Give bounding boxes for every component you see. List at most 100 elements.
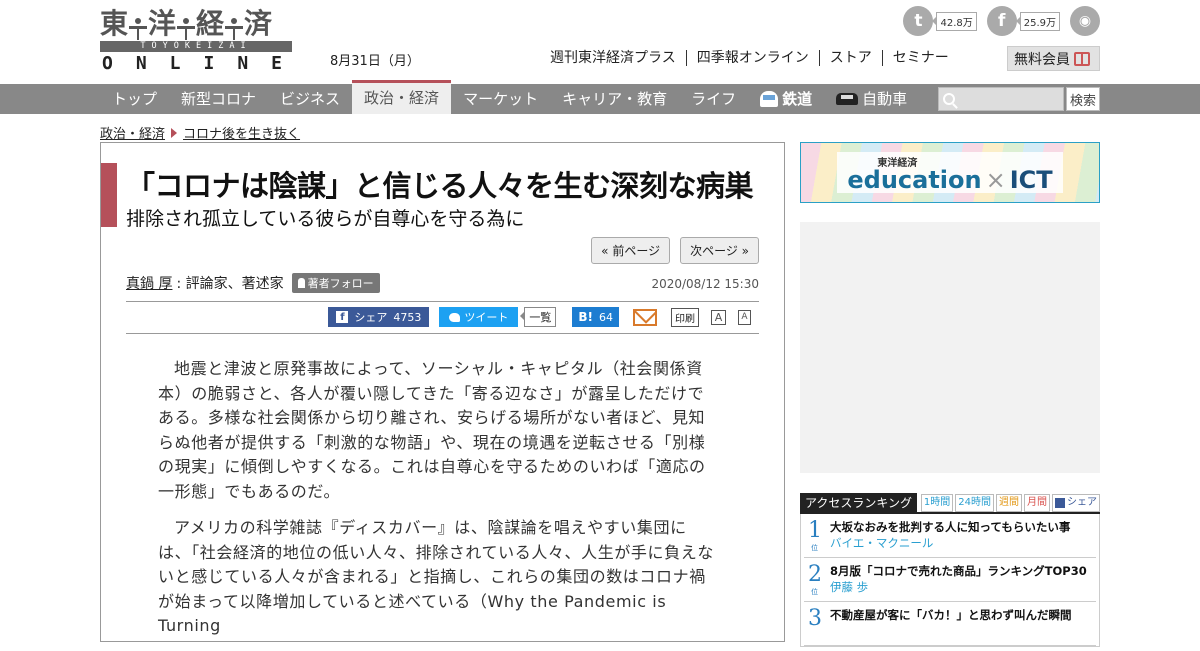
ranking-tab-share[interactable]: シェア <box>1052 494 1100 512</box>
breadcrumb-arrow-icon <box>171 127 178 138</box>
facebook-share-label: シェア <box>354 311 388 324</box>
nav-politics-economy[interactable]: 政治・経済 <box>352 80 452 114</box>
edu-banner-ict: ICT <box>1009 166 1053 194</box>
free-member-button[interactable]: 無料会員 <box>1007 46 1100 71</box>
tweet-list-link[interactable]: 一覧 <box>520 307 557 327</box>
car-icon <box>836 93 859 105</box>
prev-page-button[interactable]: « 前ページ <box>591 237 671 264</box>
rank-value: 2 <box>808 562 822 587</box>
person-icon <box>297 278 305 288</box>
search-input[interactable] <box>938 87 1064 111</box>
nav-business[interactable]: ビジネス <box>268 84 352 114</box>
nav-market[interactable]: マーケット <box>451 84 550 114</box>
author-follow-button[interactable]: 著者フォロー <box>291 273 380 293</box>
nav-auto[interactable]: 自動車 <box>824 84 919 114</box>
ranking-number: 3 <box>804 607 826 645</box>
nav-railway[interactable]: 鉄道 <box>748 84 824 114</box>
site-header: 東 洋 経 済 TOYOKEIZAI ONLINE 8月31日（月） t 42.… <box>0 0 1200 84</box>
mail-icon[interactable] <box>633 308 657 326</box>
nav-top[interactable]: トップ <box>100 84 169 114</box>
search-icon <box>943 93 955 105</box>
breadcrumb-parent[interactable]: 政治・経済 <box>100 123 165 142</box>
nav-auto-label: 自動車 <box>862 90 908 108</box>
ranking-item-title: 8月版「コロナで売れた商品」ランキングTOP30 <box>830 564 1087 578</box>
twitter-icon <box>449 312 461 322</box>
ranking-tab-24hour[interactable]: 24時間 <box>955 494 994 512</box>
breadcrumb: 政治・経済 コロナ後を生き抜く <box>100 123 300 142</box>
ranking-number: 2 位 <box>804 563 826 601</box>
ranking-item-title: 大坂なおみを批判する人に知ってもらいたい事 <box>830 520 1071 534</box>
ad-placeholder <box>800 222 1100 473</box>
ranking-tab-1hour[interactable]: 1時間 <box>920 494 954 512</box>
train-icon <box>760 91 779 107</box>
print-button[interactable]: 印刷 <box>671 307 699 327</box>
nav-life[interactable]: ライフ <box>679 84 748 114</box>
article-paragraph: アメリカの科学雑誌『ディスカバー』は、陰謀論を唱えやすい集団には、「社会経済的地… <box>158 518 714 635</box>
facebook-share-count: 4753 <box>393 310 422 324</box>
facebook-icon: f <box>986 6 1017 36</box>
nav-coronavirus[interactable]: 新型コロナ <box>169 84 268 114</box>
access-ranking: アクセスランキング 1時間 24時間 週間 月間 シェア 1 位 大坂なおみを批… <box>800 493 1100 647</box>
ranking-title: アクセスランキング <box>800 493 918 513</box>
site-logo[interactable]: 東 洋 経 済 TOYOKEIZAI ONLINE <box>100 8 292 73</box>
article-subtitle: 排除され孤立している彼らが自尊心を守る為に <box>126 208 525 230</box>
article-body: 地震と津波と原発事故によって、ソーシャル・キャピタル（社会関係資本）の脆弱さと、… <box>158 357 718 651</box>
logo-char: 済 <box>244 7 273 40</box>
title-accent-bar <box>101 163 117 227</box>
author-role: : 評論家、著述家 <box>176 276 284 292</box>
link-weekly-toyokeizai-plus[interactable]: 週刊東洋経済プラス <box>550 50 686 66</box>
link-shikiho-online[interactable]: 四季報オンライン <box>685 50 819 66</box>
tweet-button[interactable]: ツイート <box>439 307 519 327</box>
link-seminar[interactable]: セミナー <box>881 50 959 66</box>
logo-kanji: 東 洋 経 済 <box>100 8 292 40</box>
social-links: t 42.8万 f 25.9万 ◉ <box>903 6 1100 36</box>
ranking-tab-share-label: シェア <box>1067 497 1097 508</box>
ranking-item[interactable]: 2 位 8月版「コロナで売れた商品」ランキングTOP30 伊藤 歩 <box>804 558 1096 602</box>
logo-char: 経 <box>196 7 225 40</box>
twitter-follow[interactable]: t 42.8万 <box>903 6 977 36</box>
ranking-tab-weekly[interactable]: 週間 <box>996 494 1022 512</box>
share-bar: f シェア 4753 ツイート 一覧 B! 64 印刷 A A <box>126 301 759 334</box>
rank-suffix: 位 <box>811 544 818 552</box>
site-search: 検索 <box>938 87 1100 111</box>
nav-career-education[interactable]: キャリア・教育 <box>550 84 679 114</box>
tweet-label: ツイート <box>464 311 509 324</box>
link-store[interactable]: ストア <box>818 50 882 66</box>
rss-link[interactable]: ◉ <box>1070 6 1100 36</box>
hatena-bookmark-button[interactable]: B! 64 <box>572 307 619 327</box>
next-page-button[interactable]: 次ページ » <box>680 237 759 264</box>
free-member-label: 無料会員 <box>1014 51 1070 68</box>
author-name[interactable]: 真鍋 厚 <box>126 273 172 293</box>
rss-icon: ◉ <box>1070 6 1100 36</box>
facebook-icon: f <box>336 311 349 323</box>
facebook-share-button[interactable]: f シェア 4753 <box>328 307 430 327</box>
follow-label: 著者フォロー <box>307 277 374 290</box>
logo-online: ONLINE <box>102 53 306 74</box>
logo-char: 東 <box>100 7 129 40</box>
rank-value: 1 <box>808 518 822 543</box>
ranking-item[interactable]: 1 位 大坂なおみを批判する人に知ってもらいたい事 バイエ・マクニール <box>804 514 1096 558</box>
rank-value: 3 <box>808 606 822 631</box>
facebook-icon <box>1055 498 1065 508</box>
article-paragraph: 地震と津波と原発事故によって、ソーシャル・キャピタル（社会関係資本）の脆弱さと、… <box>158 359 706 501</box>
facebook-follow[interactable]: f 25.9万 <box>986 6 1060 36</box>
edu-banner-education: education <box>847 166 982 194</box>
article-title: 「コロナは陰謀」と信じる人々を生む深刻な病巣 <box>126 169 754 203</box>
published-date: 2020/08/12 15:30 <box>651 277 759 291</box>
logo-figure-icon <box>129 16 148 40</box>
font-large-button[interactable]: A <box>711 309 726 325</box>
twitter-count: 42.8万 <box>932 11 977 31</box>
ranking-tab-monthly[interactable]: 月間 <box>1024 494 1050 512</box>
author-info: 真鍋 厚 : 評論家、著述家 著者フォロー <box>126 273 380 293</box>
nav-railway-label: 鉄道 <box>782 90 813 108</box>
education-ict-banner[interactable]: 東洋経済 education × ICT <box>800 142 1100 203</box>
main-nav: トップ 新型コロナ ビジネス 政治・経済 マーケット キャリア・教育 ライフ 鉄… <box>0 80 1200 114</box>
twitter-icon: t <box>903 6 934 36</box>
breadcrumb-child[interactable]: コロナ後を生き抜く <box>183 123 300 142</box>
font-small-button[interactable]: A <box>738 309 751 325</box>
hatena-count: 64 <box>599 310 613 324</box>
search-button[interactable]: 検索 <box>1066 87 1100 111</box>
ranking-item[interactable]: 3 不動産屋が客に「バカ！」と思わず叫んだ瞬間 <box>804 602 1096 646</box>
logo-subtitle: TOYOKEIZAI <box>100 41 292 52</box>
ranking-item-author: バイエ・マクニール <box>830 536 934 550</box>
